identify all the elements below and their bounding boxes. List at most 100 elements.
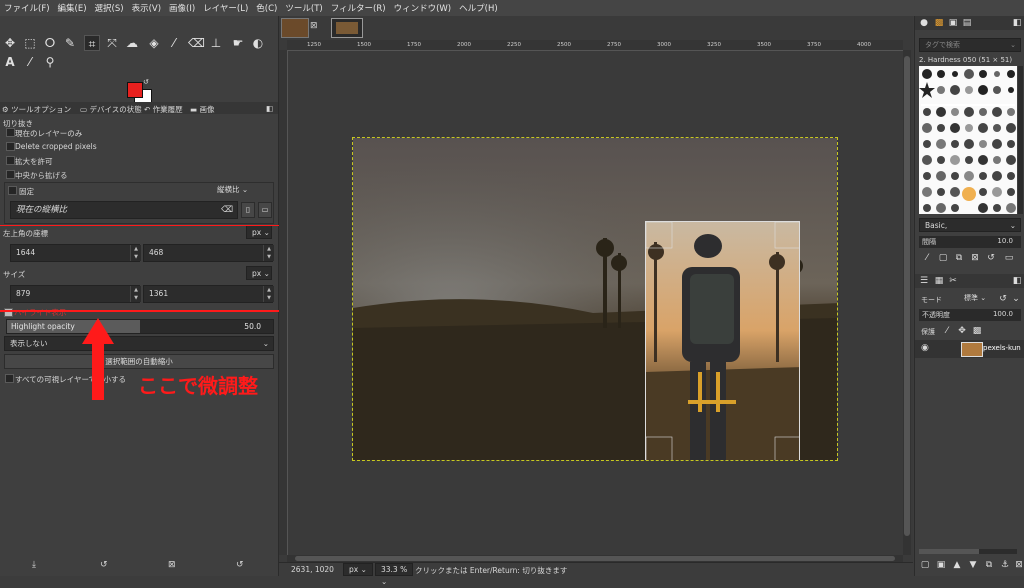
tab-undo-history[interactable]: ↶ 作業履歴: [144, 104, 183, 115]
new-layer-icon[interactable]: ▢: [919, 559, 931, 571]
clear-icon[interactable]: ⌫: [221, 202, 233, 218]
portrait-icon[interactable]: ▯: [241, 202, 255, 218]
menu-file[interactable]: ファイル(F): [0, 2, 54, 14]
lock-alpha-icon[interactable]: ▩: [971, 325, 983, 337]
duplicate-brush-icon[interactable]: ⧉: [953, 252, 965, 264]
delete-layer-icon[interactable]: ⊠: [1013, 559, 1024, 571]
layers-scrollbar[interactable]: [919, 549, 1017, 554]
channels-tab-icon[interactable]: ▦: [933, 275, 945, 287]
eye-icon[interactable]: ◉: [921, 343, 929, 353]
brush-tag-filter-input[interactable]: タグで検索 ⌄: [919, 38, 1021, 52]
layers-scrollbar-thumb[interactable]: [919, 549, 979, 554]
image-tab-thumbnail[interactable]: [281, 18, 309, 38]
lower-layer-icon[interactable]: ▼: [967, 559, 979, 571]
menu-filters[interactable]: フィルター(R): [327, 2, 390, 14]
menu-image[interactable]: 画像(I): [165, 2, 199, 14]
vertical-scrollbar-thumb[interactable]: [904, 56, 910, 536]
refresh-brushes-icon[interactable]: ↺: [985, 252, 997, 264]
delete-cropped-checkbox[interactable]: [6, 142, 15, 151]
text-tool-icon[interactable]: A: [2, 54, 18, 70]
vertical-scrollbar[interactable]: [903, 50, 911, 555]
brush-as-image-icon[interactable]: ▭: [1003, 252, 1015, 264]
layer-opacity-slider[interactable]: 不透明度 100.0: [919, 309, 1021, 321]
smudge-tool-icon[interactable]: ☛: [230, 35, 246, 51]
landscape-icon[interactable]: ▭: [258, 202, 272, 218]
menu-layer[interactable]: レイヤー(L): [199, 2, 252, 14]
fixed-mode-dropdown[interactable]: 縦横比 ⌄: [212, 183, 270, 197]
fixed-checkbox[interactable]: [8, 186, 17, 195]
current-layer-only-checkbox[interactable]: [6, 128, 15, 137]
brush-grid[interactable]: [919, 66, 1017, 214]
expand-from-center-checkbox[interactable]: [6, 170, 15, 179]
zoom-tool-icon[interactable]: ⚲: [42, 54, 58, 70]
menu-windows[interactable]: ウィンドウ(W): [390, 2, 456, 14]
restore-options-icon[interactable]: ↺: [100, 560, 108, 570]
save-options-icon[interactable]: ⤓: [32, 560, 36, 570]
crop-rectangle[interactable]: [645, 221, 800, 460]
close-tab-icon[interactable]: ⊠: [310, 21, 318, 31]
paths-tab-icon[interactable]: ✂: [947, 275, 959, 287]
dock-menu-icon[interactable]: ◧: [266, 104, 273, 113]
lock-position-icon[interactable]: ✥: [956, 325, 968, 337]
color-picker-tool-icon[interactable]: ⁄: [22, 54, 38, 70]
rect-select-tool-icon[interactable]: ⬚: [22, 35, 38, 51]
reset-options-icon[interactable]: ↺: [236, 560, 244, 570]
image-tab-active[interactable]: [331, 18, 363, 38]
eraser-tool-icon[interactable]: ⌫: [188, 35, 205, 51]
swap-colors-icon[interactable]: ↺: [143, 78, 149, 86]
fuzzy-select-tool-icon[interactable]: ✎: [62, 35, 78, 51]
anchor-layer-icon[interactable]: ⚓: [999, 559, 1011, 571]
allow-growing-checkbox[interactable]: [6, 156, 15, 165]
chevron-down-icon[interactable]: ⌄: [1010, 293, 1022, 305]
new-layer-group-icon[interactable]: ▣: [935, 559, 947, 571]
menu-tools[interactable]: ツール(T): [281, 2, 326, 14]
patterns-tab-icon[interactable]: ▩: [933, 17, 945, 29]
foreground-color-swatch[interactable]: [127, 82, 143, 98]
layers-tab-icon[interactable]: ☰: [918, 275, 930, 287]
layer-row[interactable]: ◉ pexels-kun: [915, 340, 1024, 358]
layer-mode-dropdown[interactable]: 標準 ⌄: [959, 292, 995, 305]
crop-tool-icon[interactable]: ⌗: [84, 35, 100, 51]
bucket-fill-tool-icon[interactable]: ◈: [146, 35, 162, 51]
auto-shrink-button[interactable]: 選択範囲の自動縮小: [4, 354, 274, 369]
horizontal-scrollbar-thumb[interactable]: [295, 556, 895, 561]
delete-options-icon[interactable]: ⊠: [168, 560, 176, 570]
raise-layer-icon[interactable]: ▲: [951, 559, 963, 571]
dock-menu-icon[interactable]: ◧: [1011, 17, 1023, 29]
menu-edit[interactable]: 編集(E): [54, 2, 91, 14]
tab-device-status[interactable]: ▭ デバイスの状態: [80, 104, 142, 115]
lock-pixels-icon[interactable]: ⁄: [941, 325, 953, 337]
menu-help[interactable]: ヘルプ(H): [455, 2, 502, 14]
aspect-ratio-input[interactable]: 現在の縦横比 ⌫: [10, 201, 238, 219]
dock-menu-icon[interactable]: ◧: [1011, 275, 1023, 287]
warp-tool-icon[interactable]: ☁: [124, 35, 140, 51]
move-tool-icon[interactable]: ✥: [2, 35, 18, 51]
document-history-tab-icon[interactable]: ▤: [961, 17, 973, 29]
dodge-tool-icon[interactable]: ◐: [250, 35, 266, 51]
guides-dropdown[interactable]: 表示しない ⌄: [4, 336, 274, 351]
brush-preset-dropdown[interactable]: Basic, ⌄: [919, 218, 1021, 232]
zoom-dropdown[interactable]: 33.3 % ⌄: [375, 563, 413, 586]
tab-images[interactable]: ▬ 画像: [190, 104, 214, 115]
menu-view[interactable]: 表示(V): [128, 2, 165, 14]
menu-colors[interactable]: 色(C): [252, 2, 281, 14]
brushes-tab-icon[interactable]: ●: [918, 17, 930, 29]
canvas-image[interactable]: [352, 137, 838, 461]
brush-grid-scrollbar[interactable]: [1018, 66, 1023, 214]
clone-tool-icon[interactable]: ⊥: [208, 35, 224, 51]
shrink-merged-checkbox[interactable]: [5, 374, 14, 383]
edit-brush-icon[interactable]: ⁄: [921, 252, 933, 264]
fonts-tab-icon[interactable]: ▣: [947, 17, 959, 29]
spacing-slider[interactable]: 間隔 10.0: [919, 236, 1021, 248]
duplicate-layer-icon[interactable]: ⧉: [983, 559, 995, 571]
paintbrush-tool-icon[interactable]: ⁄: [166, 35, 182, 51]
tab-tool-options[interactable]: ⚙ ツールオプション: [2, 104, 71, 115]
horizontal-scrollbar[interactable]: [287, 555, 903, 562]
delete-brush-icon[interactable]: ⊠: [969, 252, 981, 264]
lasso-tool-icon[interactable]: ⵔ: [42, 35, 58, 51]
highlight-opacity-slider[interactable]: Highlight opacity 50.0: [6, 319, 274, 334]
composite-mode-icon[interactable]: ↺: [997, 293, 1009, 305]
status-unit-dropdown[interactable]: px ⌄: [343, 563, 373, 576]
new-brush-icon[interactable]: ▢: [937, 252, 949, 264]
unified-transform-tool-icon[interactable]: ⤧: [104, 35, 120, 51]
